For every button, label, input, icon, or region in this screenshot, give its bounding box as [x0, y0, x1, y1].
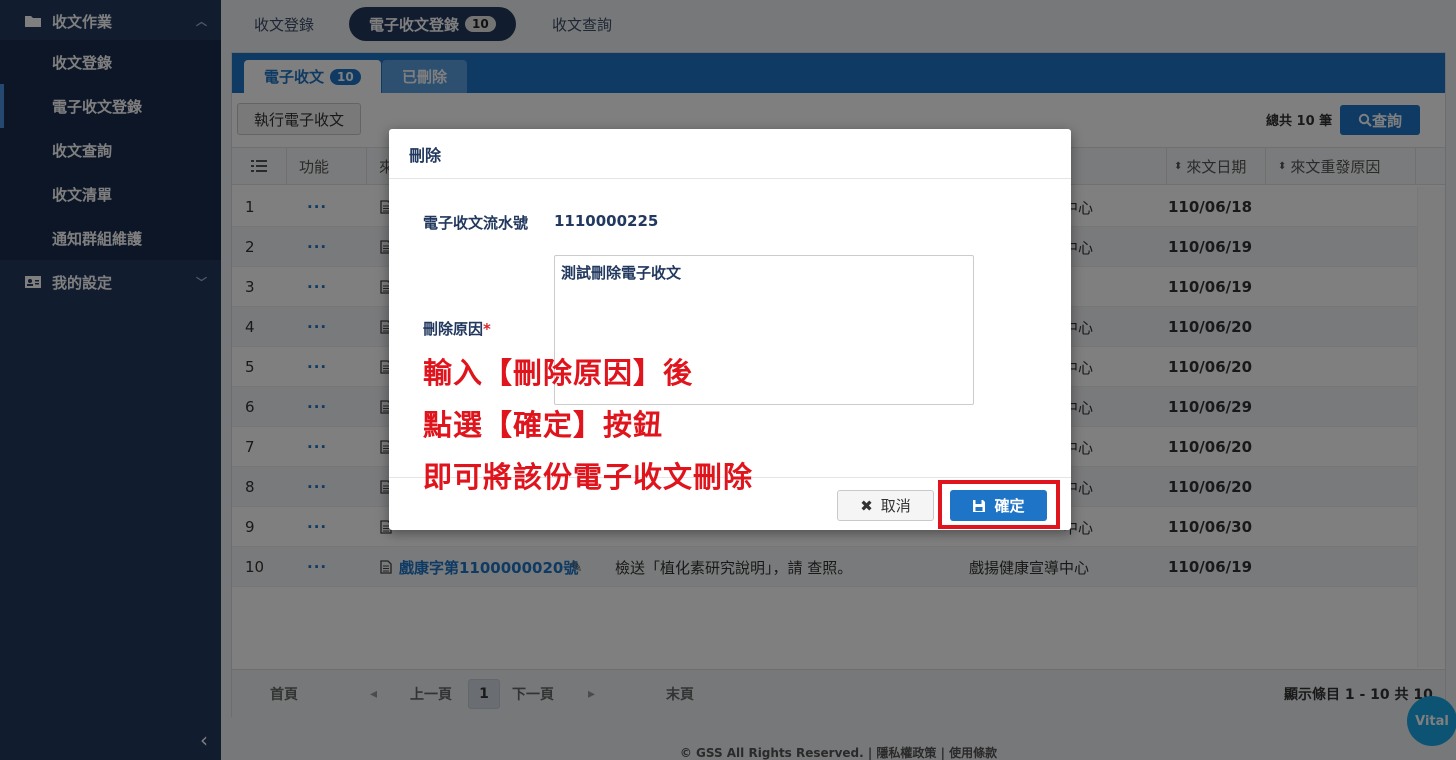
- reason-label: 刪除原因*: [423, 320, 491, 338]
- serial-label: 電子收文流水號: [423, 214, 529, 232]
- required-mark: *: [483, 320, 491, 338]
- cancel-button[interactable]: ✖ 取消: [837, 490, 934, 521]
- annotation-line-2: 點選【確定】按鈕: [423, 408, 664, 442]
- annotation-line-3: 即可將該份電子收文刪除: [423, 460, 754, 494]
- serial-value: 1110000225: [554, 212, 659, 230]
- highlight-box: [938, 480, 1060, 529]
- annotation-line-1: 輸入【刪除原因】後: [423, 356, 694, 390]
- close-icon: ✖: [860, 496, 873, 515]
- dialog-title: 刪除: [389, 129, 1071, 179]
